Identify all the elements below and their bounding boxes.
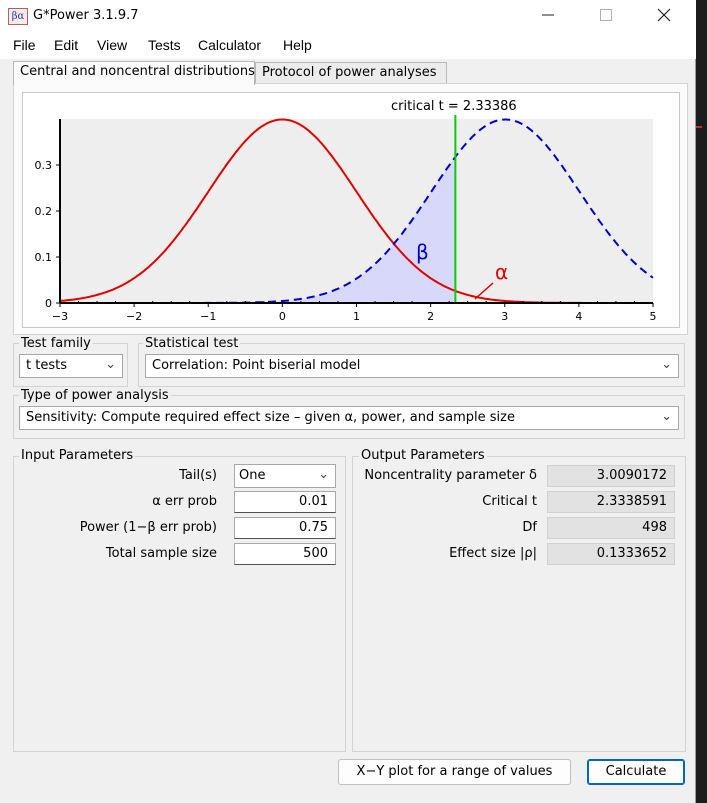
menu-edit[interactable]: Edit (54, 37, 78, 53)
alpha-label: α (495, 260, 508, 284)
total-sample-size-input[interactable]: 500 (234, 543, 336, 565)
statistical-test-select[interactable]: Correlation: Point biserial model ⌄ (145, 354, 679, 378)
plot-area (60, 119, 653, 302)
power-analysis-select[interactable]: Sensitivity: Compute required effect siz… (19, 406, 679, 430)
maximize-button[interactable] (577, 0, 635, 33)
menu-bar: File Edit View Tests Calculator Help (0, 33, 696, 59)
x-tick-label: 2 (427, 310, 434, 323)
distribution-chart: −3 −2 −1 0 1 2 3 4 5 0 0.1 0.2 0.3 critical t = 2.33… (35, 99, 657, 323)
df-label: Df (522, 520, 537, 535)
x-tick-label: 5 (650, 310, 657, 323)
alpha-err-prob-label: α err prob (152, 494, 217, 509)
chevron-down-icon: ⌄ (105, 357, 116, 372)
window-title: G*Power 3.1.9.7 (33, 8, 139, 23)
output-parameters-label: Output Parameters (359, 448, 487, 463)
menu-tests[interactable]: Tests (148, 37, 181, 53)
statistical-test-value: Correlation: Point biserial model (152, 358, 361, 373)
y-tick-label: 0.1 (35, 251, 53, 264)
tails-label: Tail(s) (179, 468, 217, 483)
minimize-button[interactable] (519, 0, 577, 33)
x-tick-label: −2 (126, 310, 142, 323)
critical-t-label: critical t = 2.33386 (391, 99, 517, 114)
input-parameters-label: Input Parameters (19, 448, 136, 463)
tails-value: One (239, 468, 266, 483)
gpower-logo-icon: βα (8, 8, 28, 25)
noncentrality-label: Noncentrality parameter δ (364, 468, 537, 483)
x-tick-label: 1 (353, 310, 360, 323)
tails-select[interactable]: One ⌄ (234, 464, 336, 488)
tab-distributions[interactable]: Central and noncentral distributions (13, 61, 255, 85)
power-analysis-value: Sensitivity: Compute required effect siz… (26, 410, 515, 425)
x-tick-label: −3 (52, 310, 68, 323)
background-edge-mark (696, 126, 702, 128)
maximize-icon (600, 9, 612, 21)
x-tick-label: −1 (200, 310, 216, 323)
chevron-down-icon: ⌄ (318, 467, 329, 482)
title-bar: βα G*Power 3.1.9.7 (0, 0, 696, 33)
critical-t-output-label: Critical t (482, 494, 537, 509)
effect-size-label: Effect size |ρ| (449, 546, 537, 561)
power-analysis-label: Type of power analysis (19, 388, 171, 403)
power-label: Power (1−β err prob) (79, 520, 217, 535)
minimize-icon (542, 14, 554, 16)
gpower-window: βα G*Power 3.1.9.7 File Edit View Tests … (0, 0, 696, 803)
statistical-test-label: Statistical test (143, 336, 241, 351)
chevron-down-icon: ⌄ (661, 409, 672, 424)
close-icon (657, 8, 671, 22)
test-family-select[interactable]: t tests ⌄ (19, 354, 123, 378)
x-tick-label: 4 (575, 310, 582, 323)
distribution-plot-panel: −3 −2 −1 0 1 2 3 4 5 0 0.1 0.2 0.3 critical t = 2.33… (13, 83, 688, 335)
critical-t-output: 2.3338591 (547, 491, 675, 513)
menu-file[interactable]: File (13, 37, 36, 53)
y-tick-label: 0 (45, 297, 52, 310)
noncentrality-output: 3.0090172 (547, 465, 675, 487)
menu-help[interactable]: Help (283, 37, 312, 53)
beta-label: β (416, 240, 429, 264)
x-tick-label: 3 (501, 310, 508, 323)
chevron-down-icon: ⌄ (661, 357, 672, 372)
x-tick-label: 0 (279, 310, 286, 323)
alpha-err-prob-input[interactable]: 0.01 (234, 491, 336, 513)
total-sample-size-label: Total sample size (105, 546, 217, 561)
menu-view[interactable]: View (97, 37, 127, 53)
y-tick-label: 0.3 (35, 159, 53, 172)
effect-size-output: 0.1333652 (547, 543, 675, 565)
y-tick-label: 0.2 (35, 205, 53, 218)
test-family-value: t tests (26, 358, 67, 373)
close-button[interactable] (635, 0, 693, 33)
background-desktop (696, 0, 707, 803)
distribution-plot: −3 −2 −1 0 1 2 3 4 5 0 0.1 0.2 0.3 critical t = 2.33… (22, 92, 680, 328)
df-output: 498 (547, 517, 675, 539)
calculate-button[interactable]: Calculate (587, 759, 685, 785)
test-family-label: Test family (19, 336, 93, 351)
power-input[interactable]: 0.75 (234, 517, 336, 539)
xy-plot-button[interactable]: X−Y plot for a range of values (338, 759, 571, 785)
menu-calculator[interactable]: Calculator (198, 37, 261, 53)
tab-protocol[interactable]: Protocol of power analyses (255, 62, 447, 84)
